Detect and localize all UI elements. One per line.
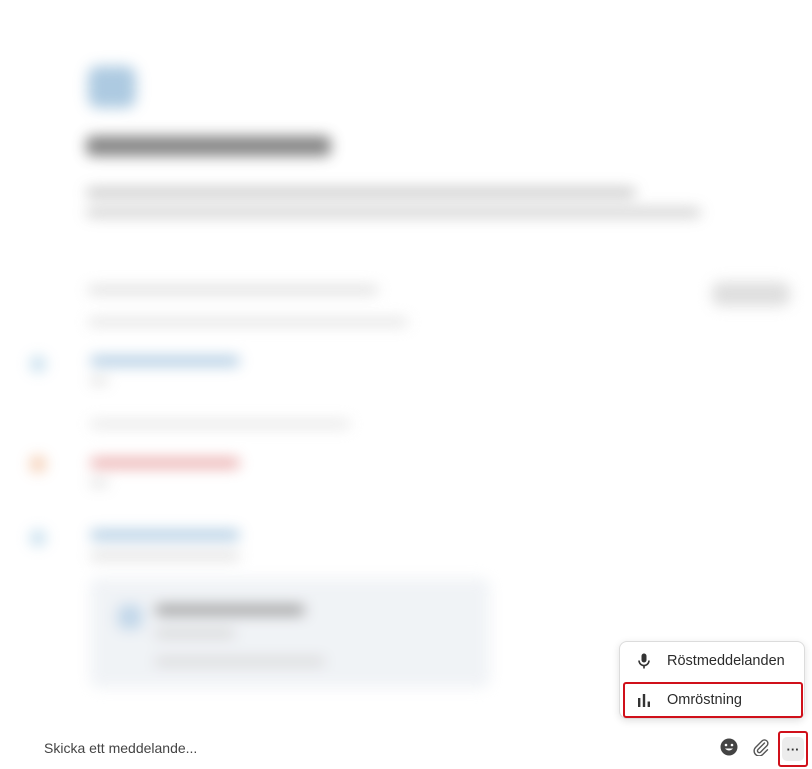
avatar (30, 530, 46, 546)
action-button-blurred (712, 282, 790, 306)
channel-title-blurred (86, 136, 331, 156)
message-time-blurred (90, 480, 108, 486)
menu-item-label: Röstmeddelanden (667, 653, 785, 669)
more-dots-icon: ··· (782, 737, 804, 761)
attachment-card-subtitle-blurred (155, 630, 235, 637)
channel-description-blurred-2 (86, 208, 701, 217)
message-author-blurred (90, 458, 240, 468)
channel-avatar (88, 66, 136, 108)
message-author-blurred (90, 530, 240, 540)
attachment-card-title-blurred (155, 605, 305, 615)
attach-button[interactable] (748, 736, 774, 762)
attachment-card-subtitle-blurred-2 (155, 658, 325, 665)
attachment-card-blurred (90, 578, 490, 688)
message-author-blurred (90, 356, 240, 366)
avatar (30, 356, 46, 372)
message-text-blurred (90, 552, 240, 560)
more-options-button[interactable]: ··· (778, 731, 808, 767)
channel-description-blurred (86, 188, 636, 197)
menu-item-label: Omröstning (667, 692, 742, 708)
microphone-icon (636, 653, 652, 669)
emoji-button[interactable] (716, 736, 742, 762)
paperclip-icon (752, 738, 770, 761)
message-time-blurred (90, 378, 108, 384)
poll-icon (636, 692, 652, 708)
menu-item-voice-messages[interactable]: Röstmeddelanden (626, 645, 800, 677)
info-row-blurred-2 (88, 318, 408, 326)
message-text-blurred (90, 420, 350, 428)
blurred-conversation (0, 0, 812, 700)
menu-item-poll[interactable]: Omröstning (623, 682, 803, 718)
attachment-card-icon (118, 605, 142, 629)
info-row-blurred (88, 286, 378, 294)
message-input[interactable]: Skicka ett meddelande... (44, 740, 197, 756)
avatar (30, 456, 46, 472)
emoji-icon (720, 738, 738, 761)
more-options-menu: Röstmeddelanden Omröstning (619, 641, 805, 719)
